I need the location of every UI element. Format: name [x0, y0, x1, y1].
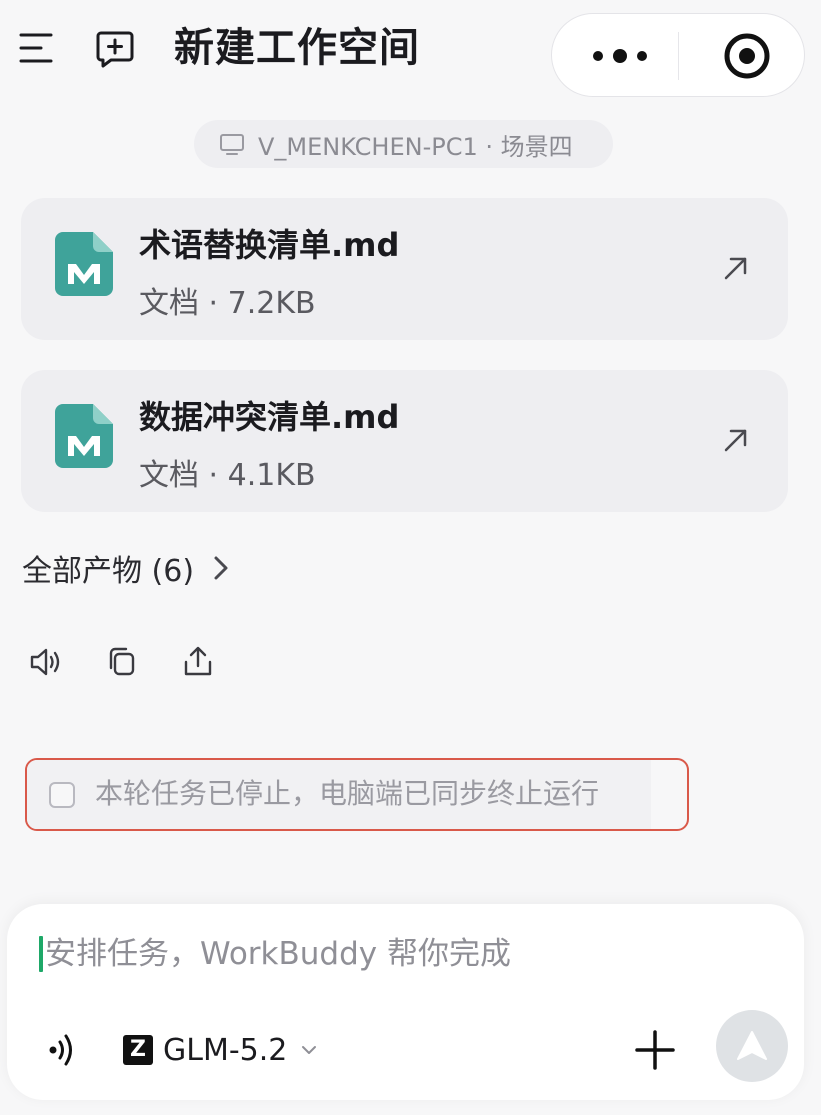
- workspace-page: 新建工作空间 V_MENKCHEN-PC1 · 场景四 术语替换清单.md 文档…: [0, 0, 821, 1115]
- text-caret: [39, 936, 43, 972]
- all-products-label: 全部产物 (6): [22, 554, 195, 589]
- send-button[interactable]: [716, 1010, 788, 1082]
- file-card[interactable]: 数据冲突清单.md 文档 · 4.1KB: [21, 370, 788, 512]
- voice-wave-icon[interactable]: [41, 1028, 85, 1072]
- task-stopped-notice: 本轮任务已停止，电脑端已同步终止运行: [25, 758, 689, 831]
- markdown-file-icon: [55, 232, 113, 296]
- task-input[interactable]: 安排任务，WorkBuddy 帮你完成: [45, 932, 511, 976]
- file-meta: 文档 · 4.1KB: [139, 458, 316, 493]
- file-name: 数据冲突清单.md: [139, 398, 400, 436]
- markdown-file-icon: [55, 404, 113, 468]
- open-external-icon[interactable]: [720, 424, 752, 456]
- task-composer: 安排任务，WorkBuddy 帮你完成 Z GLM-5.2: [7, 904, 804, 1100]
- notice-checkbox[interactable]: [49, 782, 75, 808]
- chevron-down-icon: [302, 1046, 317, 1054]
- model-label: GLM-5.2: [163, 1032, 288, 1068]
- menu-icon[interactable]: [18, 30, 56, 66]
- copy-icon[interactable]: [104, 644, 140, 680]
- open-external-icon[interactable]: [720, 252, 752, 284]
- file-meta: 文档 · 7.2KB: [139, 286, 316, 321]
- speaker-icon[interactable]: [28, 644, 64, 680]
- send-arrow-icon: [737, 1031, 767, 1060]
- monitor-icon: [220, 134, 244, 155]
- zhipu-logo-letter: Z: [130, 1037, 146, 1062]
- share-icon[interactable]: [180, 644, 216, 680]
- zhipu-logo-icon: Z: [123, 1035, 153, 1065]
- capsule-divider: [678, 32, 679, 80]
- file-name: 术语替换清单.md: [139, 226, 400, 264]
- mini-program-capsule: [551, 13, 805, 97]
- model-selector[interactable]: Z GLM-5.2: [123, 1028, 319, 1072]
- device-chip-label: V_MENKCHEN-PC1 · 场景四: [258, 132, 573, 161]
- record-target-icon[interactable]: [710, 14, 784, 98]
- more-dots-icon[interactable]: [576, 14, 664, 98]
- page-title: 新建工作空间: [174, 25, 420, 71]
- chevron-right-icon: [214, 556, 228, 580]
- file-card[interactable]: 术语替换清单.md 文档 · 7.2KB: [21, 198, 788, 340]
- plus-icon[interactable]: [631, 1026, 679, 1074]
- notice-text: 本轮任务已停止，电脑端已同步终止运行: [95, 777, 600, 810]
- all-products-link[interactable]: 全部产物 (6): [22, 546, 234, 590]
- new-chat-icon[interactable]: [94, 28, 136, 70]
- device-chip[interactable]: V_MENKCHEN-PC1 · 场景四: [194, 120, 613, 168]
